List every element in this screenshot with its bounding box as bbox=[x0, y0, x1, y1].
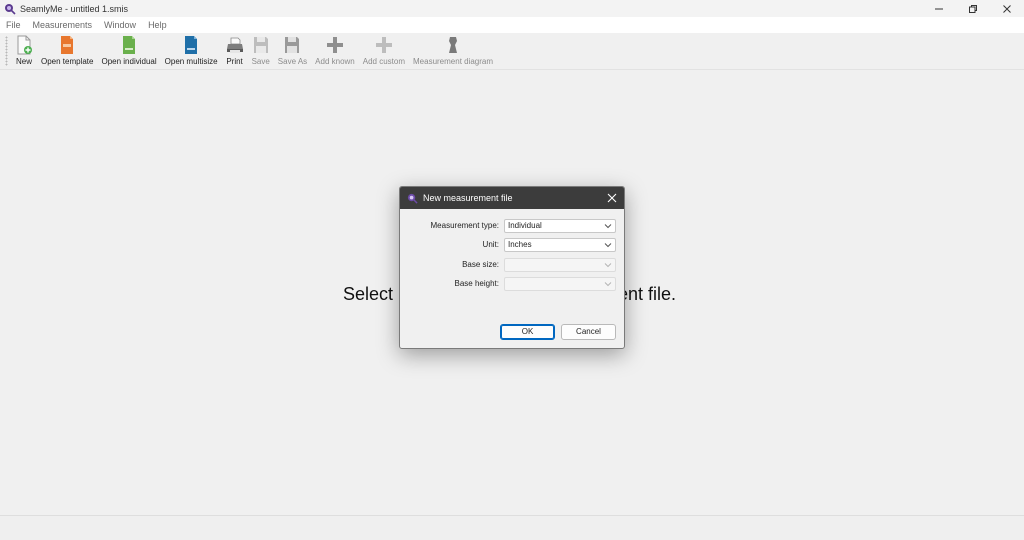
menu-window[interactable]: Window bbox=[98, 17, 142, 33]
dialog-title: New measurement file bbox=[423, 193, 513, 203]
close-icon[interactable] bbox=[606, 192, 618, 204]
plus-icon bbox=[375, 37, 392, 53]
plus-icon bbox=[326, 37, 343, 53]
unit-row: Unit: Inches bbox=[400, 238, 624, 252]
close-window-button[interactable] bbox=[990, 0, 1024, 17]
print-button[interactable]: Print bbox=[222, 33, 248, 66]
base-size-row: Base size: bbox=[400, 258, 624, 272]
open-multisize-button[interactable]: Open multisize bbox=[161, 33, 222, 66]
save-as-icon bbox=[285, 37, 300, 53]
base-size-select[interactable] bbox=[504, 258, 616, 272]
unit-value: Inches bbox=[508, 240, 532, 249]
ok-button[interactable]: OK bbox=[500, 324, 555, 340]
add-known-button[interactable]: Add known bbox=[311, 33, 359, 66]
open-template-label: Open template bbox=[41, 57, 94, 66]
base-height-select[interactable] bbox=[504, 277, 616, 291]
workspace-message-tail: ent file. bbox=[618, 284, 677, 304]
measurement-type-select[interactable]: Individual bbox=[504, 219, 616, 233]
save-as-button[interactable]: Save As bbox=[274, 33, 311, 66]
measurement-type-row: Measurement type: Individual bbox=[400, 219, 624, 233]
window-titlebar: SeamlyMe - untitled 1.smis bbox=[0, 0, 1024, 17]
save-icon bbox=[253, 37, 268, 53]
measurement-type-value: Individual bbox=[508, 221, 542, 230]
main-toolbar: New Open template Open individual Open m… bbox=[0, 33, 1024, 70]
open-multisize-label: Open multisize bbox=[164, 57, 218, 66]
new-file-icon bbox=[17, 35, 32, 55]
add-custom-button[interactable]: Add custom bbox=[359, 33, 409, 66]
multisize-file-icon bbox=[185, 36, 198, 54]
add-custom-label: Add custom bbox=[362, 57, 405, 66]
base-size-label: Base size: bbox=[462, 260, 499, 269]
new-button[interactable]: New bbox=[11, 33, 37, 66]
status-bar bbox=[0, 515, 1024, 540]
unit-select[interactable]: Inches bbox=[504, 238, 616, 252]
unit-label: Unit: bbox=[482, 240, 499, 249]
restore-icon bbox=[969, 4, 977, 13]
seamlyme-app-icon bbox=[407, 193, 418, 204]
open-template-button[interactable]: Open template bbox=[37, 33, 97, 66]
seamlyme-app-icon bbox=[5, 3, 16, 15]
toolbar-grip[interactable] bbox=[5, 36, 8, 66]
menu-help[interactable]: Help bbox=[142, 17, 173, 33]
cancel-button[interactable]: Cancel bbox=[561, 324, 616, 340]
template-file-icon bbox=[61, 36, 74, 54]
open-individual-button[interactable]: Open individual bbox=[97, 33, 160, 66]
workspace-message-head: Select bbox=[343, 284, 394, 304]
open-individual-label: Open individual bbox=[101, 57, 157, 66]
base-height-row: Base height: bbox=[400, 277, 624, 291]
dialog-titlebar: New measurement file bbox=[400, 187, 624, 209]
dress-form-icon bbox=[449, 37, 458, 53]
add-known-label: Add known bbox=[315, 57, 355, 66]
minimize-icon bbox=[935, 8, 943, 9]
menu-measurements[interactable]: Measurements bbox=[27, 17, 99, 33]
chevron-down-icon bbox=[604, 282, 612, 287]
window-title: SeamlyMe - untitled 1.smis bbox=[20, 3, 129, 14]
save-label: Save bbox=[251, 57, 270, 66]
new-measurement-dialog: New measurement file Measurement type: I… bbox=[399, 186, 625, 349]
menu-bar: File Measurements Window Help bbox=[0, 17, 1024, 33]
minimize-button[interactable] bbox=[922, 0, 956, 17]
measurement-diagram-button[interactable]: Measurement diagram bbox=[409, 33, 497, 66]
save-button[interactable]: Save bbox=[248, 33, 274, 66]
measurement-diagram-label: Measurement diagram bbox=[413, 57, 494, 66]
save-as-label: Save As bbox=[277, 57, 308, 66]
menu-file[interactable]: File bbox=[0, 17, 27, 33]
chevron-down-icon bbox=[604, 224, 612, 229]
close-icon bbox=[1003, 4, 1011, 13]
printer-icon bbox=[226, 37, 243, 53]
base-height-label: Base height: bbox=[454, 279, 499, 288]
chevron-down-icon bbox=[604, 243, 612, 248]
measurement-type-label: Measurement type: bbox=[430, 221, 499, 230]
restore-button[interactable] bbox=[956, 0, 990, 17]
individual-file-icon bbox=[123, 36, 136, 54]
print-label: Print bbox=[226, 57, 243, 66]
chevron-down-icon bbox=[604, 263, 612, 268]
new-button-label: New bbox=[15, 57, 32, 66]
